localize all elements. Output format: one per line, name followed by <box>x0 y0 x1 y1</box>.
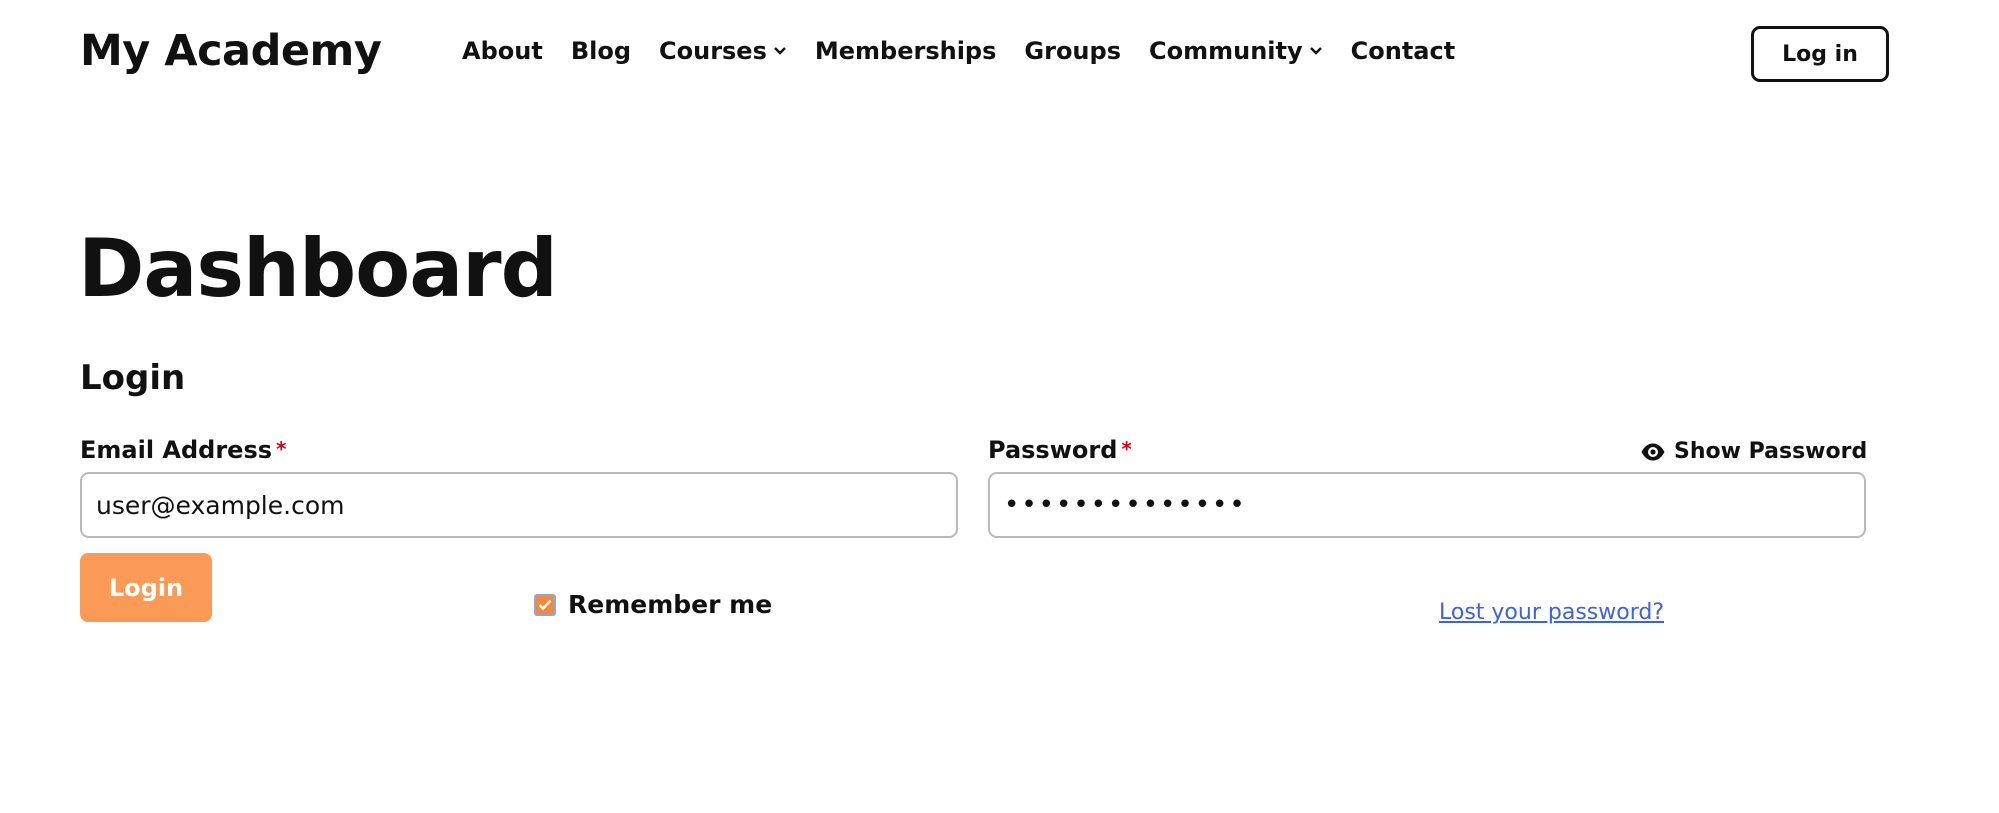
required-marker: * <box>276 437 287 461</box>
chevron-down-icon <box>774 47 786 55</box>
show-password-toggle[interactable]: Show Password <box>1640 439 1867 464</box>
nav-label: Community <box>1148 37 1303 65</box>
email-field[interactable] <box>80 472 958 538</box>
nav-item-contact[interactable]: Contact <box>1351 37 1456 65</box>
header-login-button[interactable]: Log in <box>1751 26 1889 82</box>
nav-item-memberships[interactable]: Memberships <box>815 37 997 65</box>
nav-label: About <box>462 37 543 65</box>
nav-item-about[interactable]: About <box>462 37 543 65</box>
nav-item-groups[interactable]: Groups <box>1024 37 1121 65</box>
page-title: Dashboard <box>78 222 558 315</box>
nav-item-community[interactable]: Community <box>1149 37 1323 65</box>
chevron-down-icon <box>1309 47 1322 55</box>
remember-me-label: Remember me <box>568 590 773 619</box>
nav-item-blog[interactable]: Blog <box>571 37 631 65</box>
section-title: Login <box>80 358 186 398</box>
login-submit-button[interactable]: Login <box>80 553 212 622</box>
nav-label: Blog <box>570 37 631 65</box>
remember-me[interactable]: Remember me <box>534 590 772 619</box>
password-label: Password * <box>988 436 1132 464</box>
remember-me-checkbox[interactable] <box>534 593 556 616</box>
checkmark-icon <box>538 599 552 610</box>
password-field[interactable] <box>988 472 1866 538</box>
show-password-label: Show Password <box>1674 439 1868 464</box>
nav-label: Contact <box>1350 37 1456 65</box>
lost-password-link[interactable]: Lost your password? <box>1439 600 1664 625</box>
password-label-text: Password <box>988 436 1118 464</box>
email-label-text: Email Address <box>80 436 273 464</box>
nav-item-courses[interactable]: Courses <box>659 37 787 65</box>
required-marker: * <box>1121 437 1132 461</box>
site-logo[interactable]: My Academy <box>80 26 382 76</box>
site-header: My Academy About Blog Courses Membership… <box>0 0 1999 112</box>
nav-label: Memberships <box>814 37 997 65</box>
email-label: Email Address * <box>80 436 287 464</box>
main-nav: About Blog Courses Memberships Groups Co… <box>462 37 1483 65</box>
nav-label: Groups <box>1024 37 1121 65</box>
nav-label: Courses <box>659 37 767 65</box>
eye-icon <box>1641 443 1665 460</box>
